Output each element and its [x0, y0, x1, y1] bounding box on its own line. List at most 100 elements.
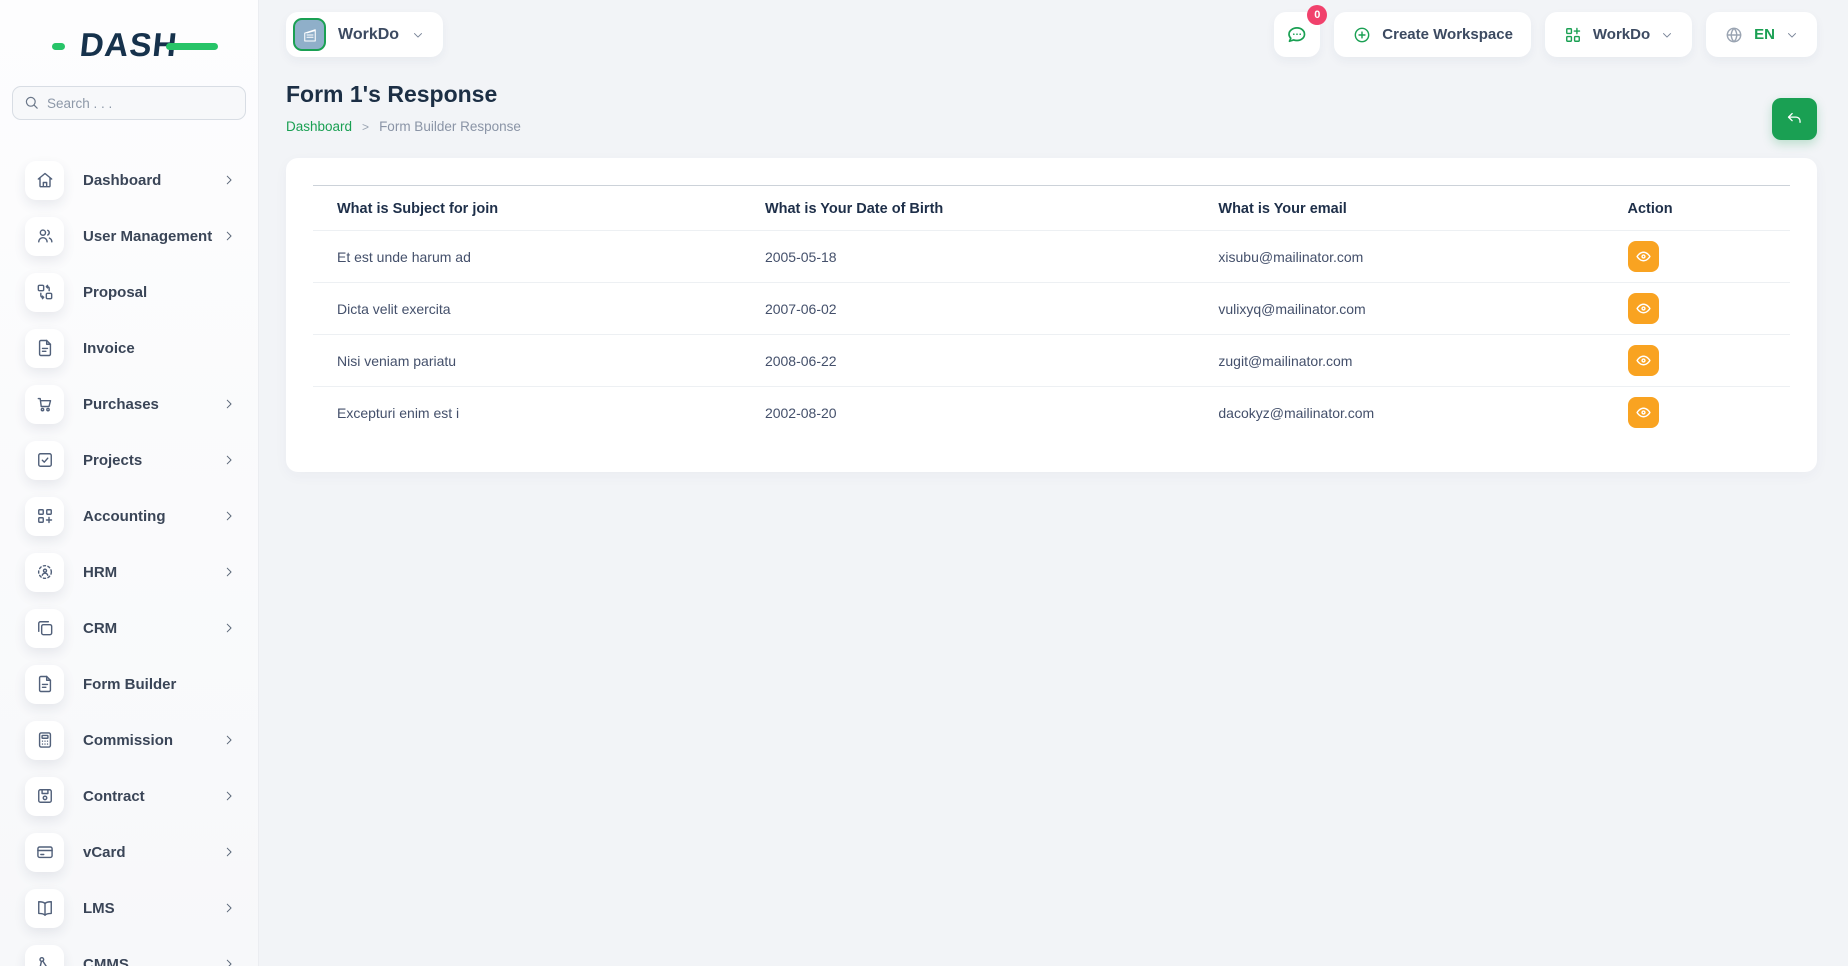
- chevron-right-icon: [222, 733, 236, 747]
- crm-icon: [25, 609, 64, 648]
- column-header-dob: What is Your Date of Birth: [765, 186, 1218, 231]
- cell-dob: 2002-08-20: [765, 387, 1218, 439]
- cell-action: [1628, 283, 1790, 335]
- responses-table: What is Subject for join What is Your Da…: [313, 185, 1790, 438]
- document-icon: [25, 665, 64, 704]
- chevron-right-icon: [222, 845, 236, 859]
- chat-icon: [1285, 23, 1309, 47]
- workspace-switcher[interactable]: WorkDo: [286, 12, 443, 57]
- sidebar-item-lms[interactable]: LMS: [0, 880, 258, 936]
- chevron-right-icon: [222, 173, 236, 187]
- proposal-icon: [25, 273, 64, 312]
- table-row: Excepturi enim est i 2002-08-20 dacokyz@…: [313, 387, 1790, 439]
- users-icon: [25, 217, 64, 256]
- sidebar-item-label: User Management: [83, 228, 222, 245]
- eye-icon: [1635, 300, 1652, 317]
- create-workspace-label: Create Workspace: [1382, 26, 1513, 43]
- breadcrumb: Dashboard > Form Builder Response: [286, 119, 1817, 134]
- grid-plus-icon: [25, 497, 64, 536]
- create-workspace-button[interactable]: Create Workspace: [1334, 12, 1531, 57]
- chevron-right-icon: [222, 901, 236, 915]
- sidebar-item-label: CRM: [83, 620, 222, 637]
- cell-email: zugit@mailinator.com: [1218, 335, 1627, 387]
- sidebar: DASH Dashboard User Management Proposal …: [0, 0, 258, 966]
- page-header: Form 1's Response Dashboard > Form Build…: [286, 81, 1817, 134]
- messages-badge: 0: [1307, 5, 1327, 25]
- calculator-icon: [25, 721, 64, 760]
- sidebar-item-label: Purchases: [83, 396, 222, 413]
- sidebar-item-label: LMS: [83, 900, 222, 917]
- breadcrumb-link-dashboard[interactable]: Dashboard: [286, 119, 352, 134]
- responses-card: What is Subject for join What is Your Da…: [286, 158, 1817, 472]
- app-logo[interactable]: DASH: [18, 24, 240, 66]
- chevron-down-icon: [411, 28, 425, 42]
- globe-icon: [1724, 25, 1744, 45]
- sidebar-item-dashboard[interactable]: Dashboard: [0, 152, 258, 208]
- sidebar-item-cmms[interactable]: CMMS: [0, 936, 258, 966]
- workspace-avatar-building-icon: [293, 18, 326, 51]
- chevron-right-icon: [222, 957, 236, 966]
- chevron-right-icon: [222, 397, 236, 411]
- column-header-subject: What is Subject for join: [313, 186, 765, 231]
- sidebar-item-label: Invoice: [83, 340, 222, 357]
- sidebar-item-commission[interactable]: Commission: [0, 712, 258, 768]
- hrm-icon: [25, 553, 64, 592]
- sidebar-nav: Dashboard User Management Proposal Invoi…: [0, 138, 258, 966]
- workspace-menu-label: WorkDo: [1593, 26, 1650, 43]
- column-header-action: Action: [1628, 186, 1790, 231]
- back-arrow-icon: [1785, 110, 1804, 129]
- view-response-button[interactable]: [1628, 397, 1659, 428]
- invoice-icon: [25, 329, 64, 368]
- workspace-name: WorkDo: [338, 26, 399, 44]
- sidebar-item-label: Contract: [83, 788, 222, 805]
- view-response-button[interactable]: [1628, 241, 1659, 272]
- sidebar-search: [12, 86, 246, 120]
- sidebar-item-hrm[interactable]: HRM: [0, 544, 258, 600]
- sidebar-item-accounting[interactable]: Accounting: [0, 488, 258, 544]
- nodes-icon: [25, 945, 64, 966]
- chevron-right-icon: [222, 453, 236, 467]
- eye-icon: [1635, 404, 1652, 421]
- sidebar-item-label: vCard: [83, 844, 222, 861]
- messages-button[interactable]: 0: [1274, 12, 1320, 57]
- table-header-row: What is Subject for join What is Your Da…: [313, 186, 1790, 231]
- chevron-right-icon: [222, 509, 236, 523]
- cell-subject: Et est unde harum ad: [313, 231, 765, 283]
- sidebar-item-invoice[interactable]: Invoice: [0, 320, 258, 376]
- cell-subject: Nisi veniam pariatu: [313, 335, 765, 387]
- table-row: Nisi veniam pariatu 2008-06-22 zugit@mai…: [313, 335, 1790, 387]
- home-icon: [25, 161, 64, 200]
- sidebar-item-contract[interactable]: Contract: [0, 768, 258, 824]
- sidebar-item-purchases[interactable]: Purchases: [0, 376, 258, 432]
- sidebar-item-crm[interactable]: CRM: [0, 600, 258, 656]
- card-icon: [25, 833, 64, 872]
- view-response-button[interactable]: [1628, 293, 1659, 324]
- book-icon: [25, 889, 64, 928]
- view-response-button[interactable]: [1628, 345, 1659, 376]
- sidebar-item-proposal[interactable]: Proposal: [0, 264, 258, 320]
- chevron-right-icon: [222, 789, 236, 803]
- sidebar-item-user-management[interactable]: User Management: [0, 208, 258, 264]
- plus-circle-icon: [1352, 25, 1372, 45]
- back-button[interactable]: [1772, 98, 1817, 140]
- sidebar-item-label: Proposal: [83, 284, 222, 301]
- logo-accent-bar: [166, 43, 218, 50]
- workspace-menu-button[interactable]: WorkDo: [1545, 12, 1692, 57]
- sidebar-item-vcard[interactable]: vCard: [0, 824, 258, 880]
- table-row: Et est unde harum ad 2005-05-18 xisubu@m…: [313, 231, 1790, 283]
- chevron-down-icon: [1785, 28, 1799, 42]
- sidebar-item-form-builder[interactable]: Form Builder: [0, 656, 258, 712]
- cell-action: [1628, 387, 1790, 439]
- sidebar-item-label: Projects: [83, 452, 222, 469]
- language-selector[interactable]: EN: [1706, 12, 1817, 57]
- main-area: WorkDo 0 Create Workspace WorkDo: [258, 0, 1848, 472]
- page-title: Form 1's Response: [286, 81, 1817, 108]
- search-input[interactable]: [12, 86, 246, 120]
- sidebar-item-projects[interactable]: Projects: [0, 432, 258, 488]
- topbar-actions: 0 Create Workspace WorkDo EN: [1274, 12, 1817, 57]
- chevron-down-icon: [1660, 28, 1674, 42]
- sidebar-item-label: HRM: [83, 564, 222, 581]
- cell-email: vulixyq@mailinator.com: [1218, 283, 1627, 335]
- sidebar-item-label: Commission: [83, 732, 222, 749]
- check-square-icon: [25, 441, 64, 480]
